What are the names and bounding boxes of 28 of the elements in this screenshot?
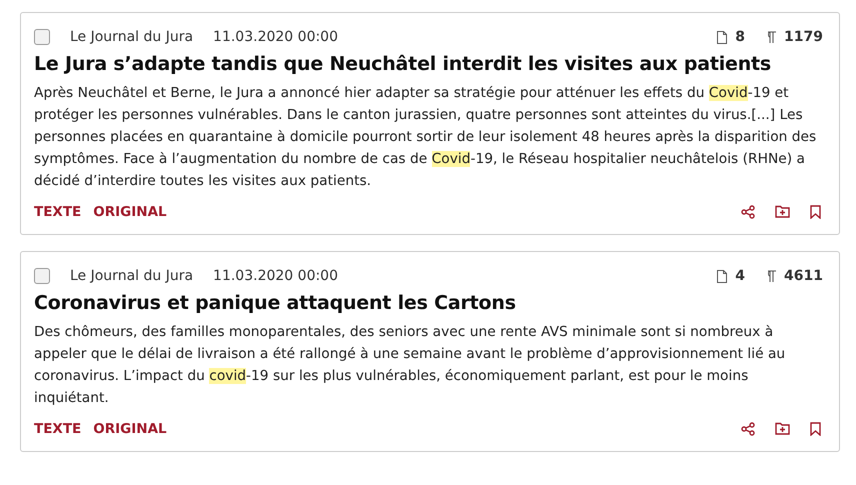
page-icon [717, 270, 728, 282]
word-count: 4611 [784, 268, 823, 284]
word-count: 1179 [784, 29, 823, 45]
date-time: 11.03.2020 00:00 [213, 29, 338, 45]
article-excerpt: Après Neuchâtel et Berne, le Jura a annoncé hier adapter sa stratégie pour atténuer les effets du Covid-19 et protéger les personnes vulnérables. Dans le canton jurassien, quatre personnes sont atteintes du virus.[...] Les personnes placées en quarantaine à domicile pourront sortir de leur isolement 48 heures après la disparition des symptômes. Face à l’augmentation du nombre de cas de Covid-19, le Réseau hospitalier neuchâtelois (RHNe) a décidé d’interdire toutes les visites aux patients. [34, 84, 818, 191]
bookmark-icon[interactable] [810, 205, 821, 219]
article-excerpt: Des chômeurs, des familles monoparentales, des seniors avec une rente AVS minimale sont si nombreux à appeler que le délai de livraison a été rallongé à une semaine avant le problème d’approvisionnement lié au coronavirus. L’impact du covid-19 sur les plus vulnérables, économiquement parlant, est pour le moins inquiétant. [34, 323, 786, 408]
checkbox[interactable] [34, 268, 50, 284]
checkbox[interactable] [34, 29, 50, 45]
pilcrow-icon [767, 30, 776, 44]
text-link[interactable]: TEXTE [34, 204, 82, 220]
text-link[interactable]: TEXTE [34, 421, 82, 437]
page-icon [717, 30, 728, 44]
page-count: 4 [735, 268, 746, 284]
article-title[interactable]: Coronavirus et panique attaquent les Cartons [34, 292, 825, 314]
text-link[interactable]: ORIGINAL [93, 204, 167, 220]
add-folder-icon[interactable] [775, 422, 790, 435]
add-folder-icon[interactable] [775, 205, 790, 218]
date-time: 11.03.2020 00:00 [213, 268, 338, 284]
source-name: Le Journal du Jura [70, 268, 194, 284]
share-icon[interactable] [741, 422, 755, 436]
page-count: 8 [735, 29, 746, 45]
pilcrow-icon [767, 270, 776, 282]
text-link[interactable]: ORIGINAL [93, 421, 167, 437]
share-icon[interactable] [741, 205, 755, 219]
source-name: Le Journal du Jura [70, 29, 194, 45]
article-title[interactable]: Le Jura s’adapte tandis que Neuchâtel interdit les visites aux patients [34, 53, 825, 75]
bookmark-icon[interactable] [810, 422, 821, 436]
